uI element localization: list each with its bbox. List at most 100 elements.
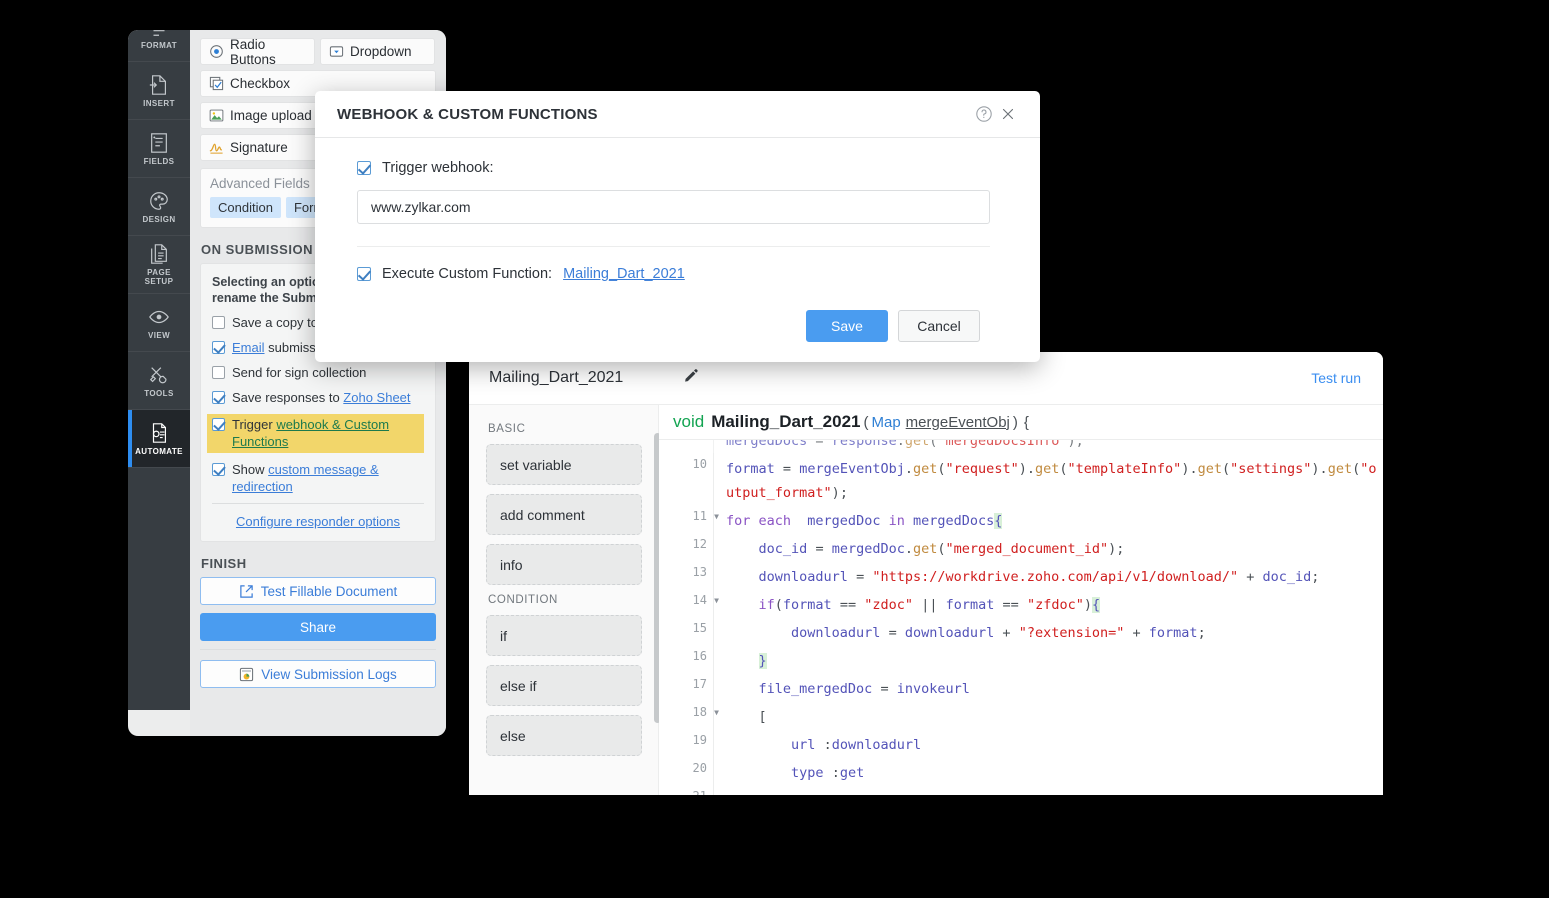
fold-toggle-icon[interactable]: ▼ <box>714 708 719 717</box>
submission-option-3[interactable]: Save responses to Zoho Sheet <box>212 389 424 406</box>
field-chip-radio-buttons[interactable]: Radio Buttons <box>200 38 315 65</box>
submission-option-text: Save responses to <box>232 390 343 405</box>
custom-function-name-link[interactable]: Mailing_Dart_2021 <box>563 266 685 282</box>
code-block-if[interactable]: if <box>486 615 642 656</box>
rail-item-design[interactable]: DESIGN <box>128 178 190 236</box>
submission-option-checkbox[interactable] <box>212 463 225 476</box>
rail-item-label: TOOLS <box>144 389 173 398</box>
submission-option-4[interactable]: Trigger webhook & Custom Functions <box>207 414 424 453</box>
rail-item-page-setup[interactable]: PAGE SETUP <box>128 236 190 294</box>
rail-item-label: VIEW <box>148 331 170 340</box>
code-text: downloadurl = downloadurl + "?extension=… <box>713 617 1383 645</box>
code-text: [ <box>713 701 1383 729</box>
submission-option-text: Send for sign collection <box>232 365 366 380</box>
submission-option-checkbox[interactable] <box>212 391 225 404</box>
code-line[interactable]: 17 file_mergedDoc = invokeurl <box>659 673 1383 701</box>
execute-custom-function-row[interactable]: Execute Custom Function: Mailing_Dart_20… <box>357 266 1010 282</box>
view-submission-logs-button[interactable]: View Submission Logs <box>200 660 436 688</box>
test-fillable-document-button[interactable]: Test Fillable Document <box>200 577 436 605</box>
code-scroll-area[interactable]: 9mergedDocs = response.get("mergedDocsIn… <box>659 440 1383 795</box>
trigger-webhook-checkbox[interactable] <box>357 161 371 175</box>
trigger-webhook-row[interactable]: Trigger webhook: <box>357 160 1010 176</box>
code-line[interactable]: 10format = mergeEventObj.get("request").… <box>659 453 1383 505</box>
rail-item-fields[interactable]: FIELDS <box>128 120 190 178</box>
share-button[interactable]: Share <box>200 613 436 641</box>
share-label: Share <box>300 620 336 635</box>
rail-item-insert[interactable]: INSERT <box>128 62 190 120</box>
code-line[interactable]: 15 downloadurl = downloadurl + "?extensi… <box>659 617 1383 645</box>
save-button[interactable]: Save <box>806 310 888 342</box>
field-chip-label: Dropdown <box>350 44 412 59</box>
cancel-label: Cancel <box>917 318 961 334</box>
submission-option-2[interactable]: Send for sign collection <box>212 364 424 381</box>
finish-heading: FINISH <box>201 556 436 571</box>
submission-option-checkbox[interactable] <box>212 341 225 354</box>
blocks-palette: BASICset variableadd commentinfoCONDITIO… <box>469 405 659 795</box>
blocks-list: BASICset variableadd commentinfoCONDITIO… <box>486 423 642 756</box>
rail-item-format[interactable]: FORMAT <box>128 30 190 62</box>
fold-toggle-icon[interactable]: ▼ <box>714 512 719 521</box>
advanced-tag-condition[interactable]: Condition <box>210 197 281 218</box>
code-line[interactable]: 21 connection:"" <box>659 785 1383 795</box>
code-block-add-comment[interactable]: add comment <box>486 494 642 535</box>
code-line[interactable]: 12 doc_id = mergedDoc.get("merged_docume… <box>659 533 1383 561</box>
automate-icon <box>148 422 170 444</box>
options-divider <box>212 503 424 504</box>
execute-custom-function-checkbox[interactable] <box>357 267 371 281</box>
cancel-button[interactable]: Cancel <box>898 310 980 342</box>
close-icon[interactable] <box>996 102 1020 126</box>
code-block-info[interactable]: info <box>486 544 642 585</box>
submission-option-text: Show <box>232 462 268 477</box>
submission-option-5[interactable]: Show custom message & redirection <box>212 461 424 495</box>
configure-responder-options-link[interactable]: Configure responder options <box>212 514 424 529</box>
code-text: downloadurl = "https://workdrive.zoho.co… <box>713 561 1383 589</box>
submission-option-label: Save responses to Zoho Sheet <box>232 389 411 406</box>
field-chip-dropdown[interactable]: Dropdown <box>320 38 435 65</box>
field-chip-label: Signature <box>230 140 288 155</box>
code-line[interactable]: 14▼ if(format == "zdoc" || format == "zf… <box>659 589 1383 617</box>
field-chip-label: Radio Buttons <box>230 37 306 67</box>
code-text: } <box>713 645 1383 673</box>
code-line[interactable]: 19 url :downloadurl <box>659 729 1383 757</box>
code-block-set-variable[interactable]: set variable <box>486 444 642 485</box>
code-line[interactable]: 9mergedDocs = response.get("mergedDocsIn… <box>659 440 1383 453</box>
test-fillable-document-label: Test Fillable Document <box>261 584 398 599</box>
signature-open-brace: { <box>1024 414 1029 431</box>
checkbox-field-icon <box>209 76 224 91</box>
line-number: 14▼ <box>659 589 713 617</box>
code-block-else-if[interactable]: else if <box>486 665 642 706</box>
screenshot-stage: FORMAT INSERT FIELDSDESIGNPAGE SETUP VIEW TO… <box>0 0 1549 898</box>
code-block-else[interactable]: else <box>486 715 642 756</box>
code-block-label: add comment <box>500 507 585 523</box>
code-line[interactable]: 11▼for each mergedDoc in mergedDocs{ <box>659 505 1383 533</box>
trigger-webhook-label: Trigger webhook: <box>382 160 494 176</box>
code-line[interactable]: 16 } <box>659 645 1383 673</box>
test-run-link[interactable]: Test run <box>1311 370 1361 386</box>
field-chip-label: Checkbox <box>230 76 290 91</box>
submission-option-link[interactable]: Zoho Sheet <box>343 390 410 405</box>
pencil-icon[interactable] <box>683 369 701 387</box>
rail-item-automate[interactable]: AUTOMATE <box>128 410 190 468</box>
code-text: file_mergedDoc = invokeurl <box>713 673 1383 701</box>
submission-option-label: Send for sign collection <box>232 364 366 381</box>
save-label: Save <box>831 318 863 334</box>
line-number: 9 <box>659 440 713 453</box>
webhook-url-input[interactable] <box>357 190 990 224</box>
code-line[interactable]: 13 downloadurl = "https://workdrive.zoho… <box>659 561 1383 589</box>
rail-item-view[interactable]: VIEW <box>128 294 190 352</box>
submission-option-checkbox[interactable] <box>212 366 225 379</box>
code-pane: void Mailing_Dart_2021 ( Map mergeEventO… <box>659 405 1383 795</box>
signature-close-paren: ) <box>1013 414 1018 431</box>
field-chip-label: Image upload <box>230 108 312 123</box>
rail-item-tools[interactable]: TOOLS <box>128 352 190 410</box>
code-line[interactable]: 18▼ [ <box>659 701 1383 729</box>
submission-option-link[interactable]: Email <box>232 340 265 355</box>
help-circle-icon[interactable] <box>972 102 996 126</box>
submission-option-checkbox[interactable] <box>212 316 225 329</box>
rail-item-label: INSERT <box>143 99 175 108</box>
fold-toggle-icon[interactable]: ▼ <box>714 596 719 605</box>
submission-option-checkbox[interactable] <box>212 418 225 431</box>
code-block-label: info <box>500 557 523 573</box>
code-line[interactable]: 20 type :get <box>659 757 1383 785</box>
submission-option-label: Show custom message & redirection <box>232 461 424 495</box>
